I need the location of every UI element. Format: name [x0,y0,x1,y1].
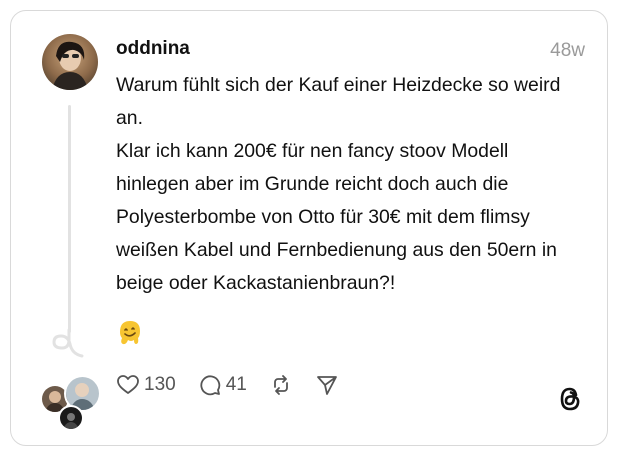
reply-count: 41 [225,374,247,395]
like-count: 130 [144,374,176,395]
username[interactable]: oddnina [116,38,190,60]
threads-logo-icon[interactable] [557,385,583,413]
repost-button[interactable] [269,373,293,397]
repost-icon [273,375,288,395]
comment-icon [200,375,220,396]
post-text-line: Klar ich kann 200€ für nen fancy stoov M… [116,140,563,294]
thread-loop-icon [52,328,84,358]
post-text: Warum fühlt sich der Kauf einer Heizdeck… [116,69,586,300]
post-actions: 130 41 [116,370,361,400]
melting-face-icon [120,321,140,345]
reply-avatar[interactable] [58,405,84,431]
post-text-line: Warum fühlt sich der Kauf einer Heizdeck… [116,74,566,129]
send-icon [316,376,337,395]
post-time[interactable]: 48w [550,40,585,62]
reply-button[interactable]: 41 [198,373,247,397]
author-avatar[interactable] [42,34,98,90]
thread-line [68,105,71,333]
like-button[interactable]: 130 [116,373,176,397]
share-button[interactable] [315,373,339,397]
heart-icon [117,375,139,394]
